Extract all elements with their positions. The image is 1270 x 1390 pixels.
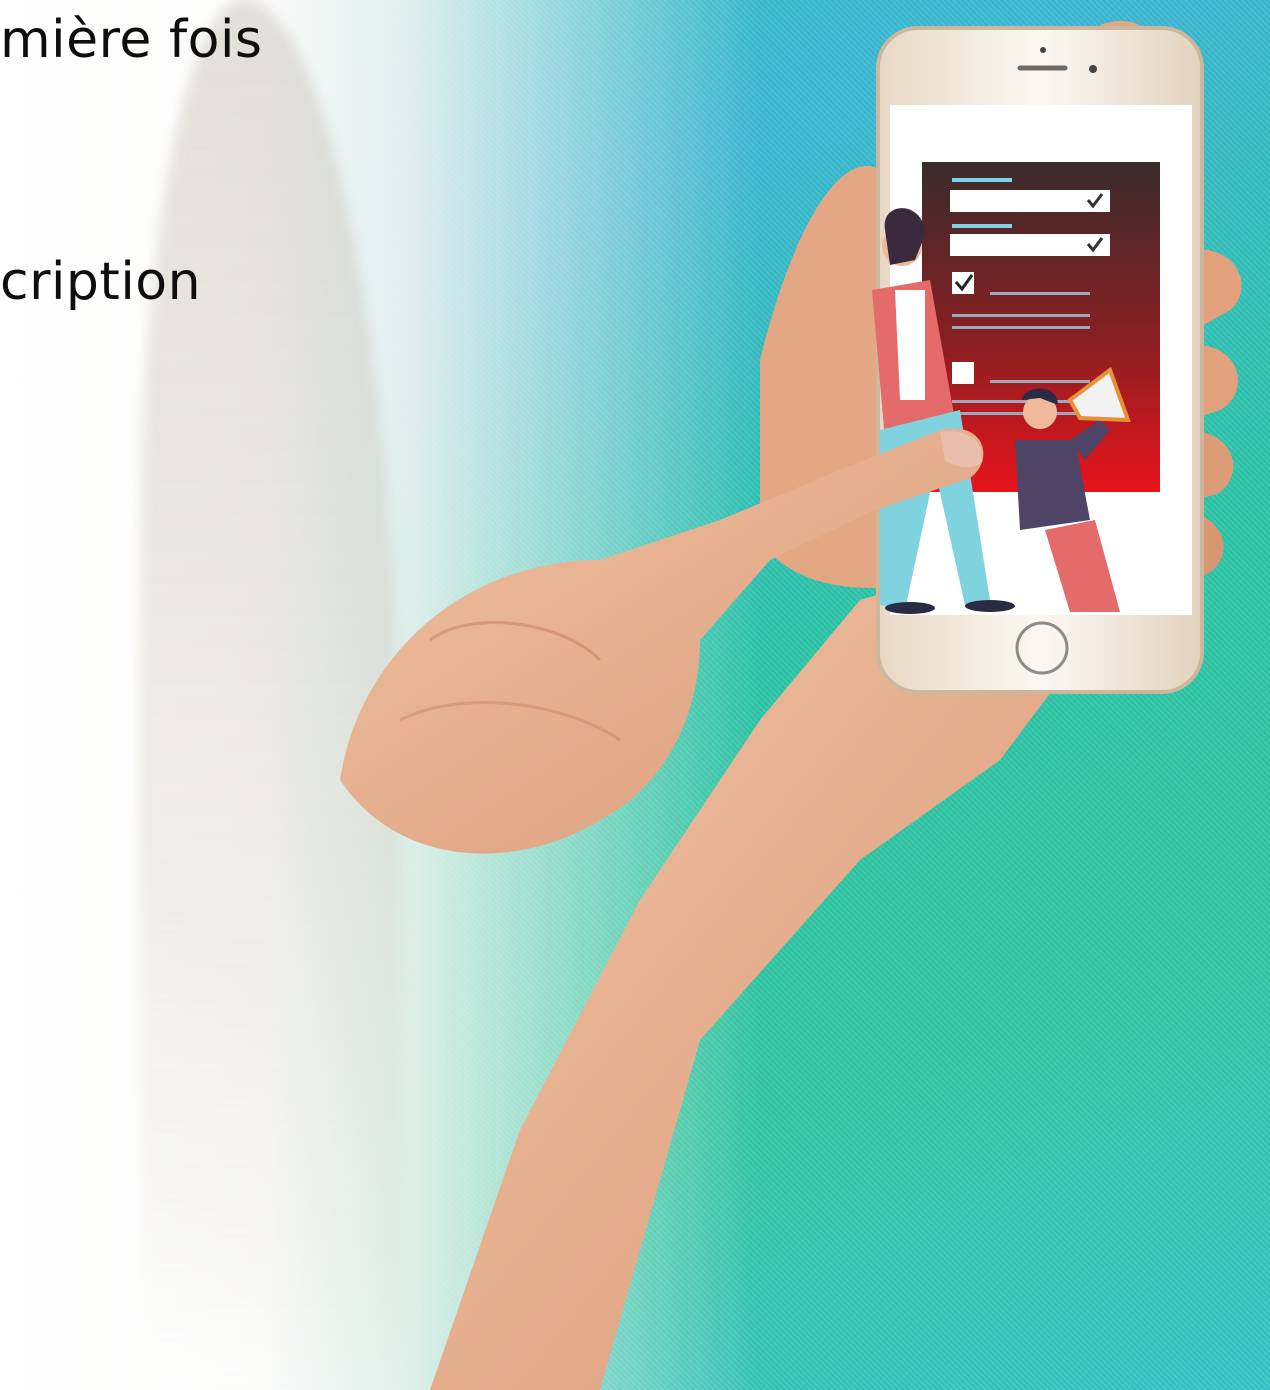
headline-line-2: cription xyxy=(0,252,202,312)
camera-icon xyxy=(1040,47,1046,53)
smartphone xyxy=(872,26,1204,694)
phone-hand-illustration xyxy=(340,21,1242,1390)
headline-line-1: mière fois xyxy=(0,10,263,70)
